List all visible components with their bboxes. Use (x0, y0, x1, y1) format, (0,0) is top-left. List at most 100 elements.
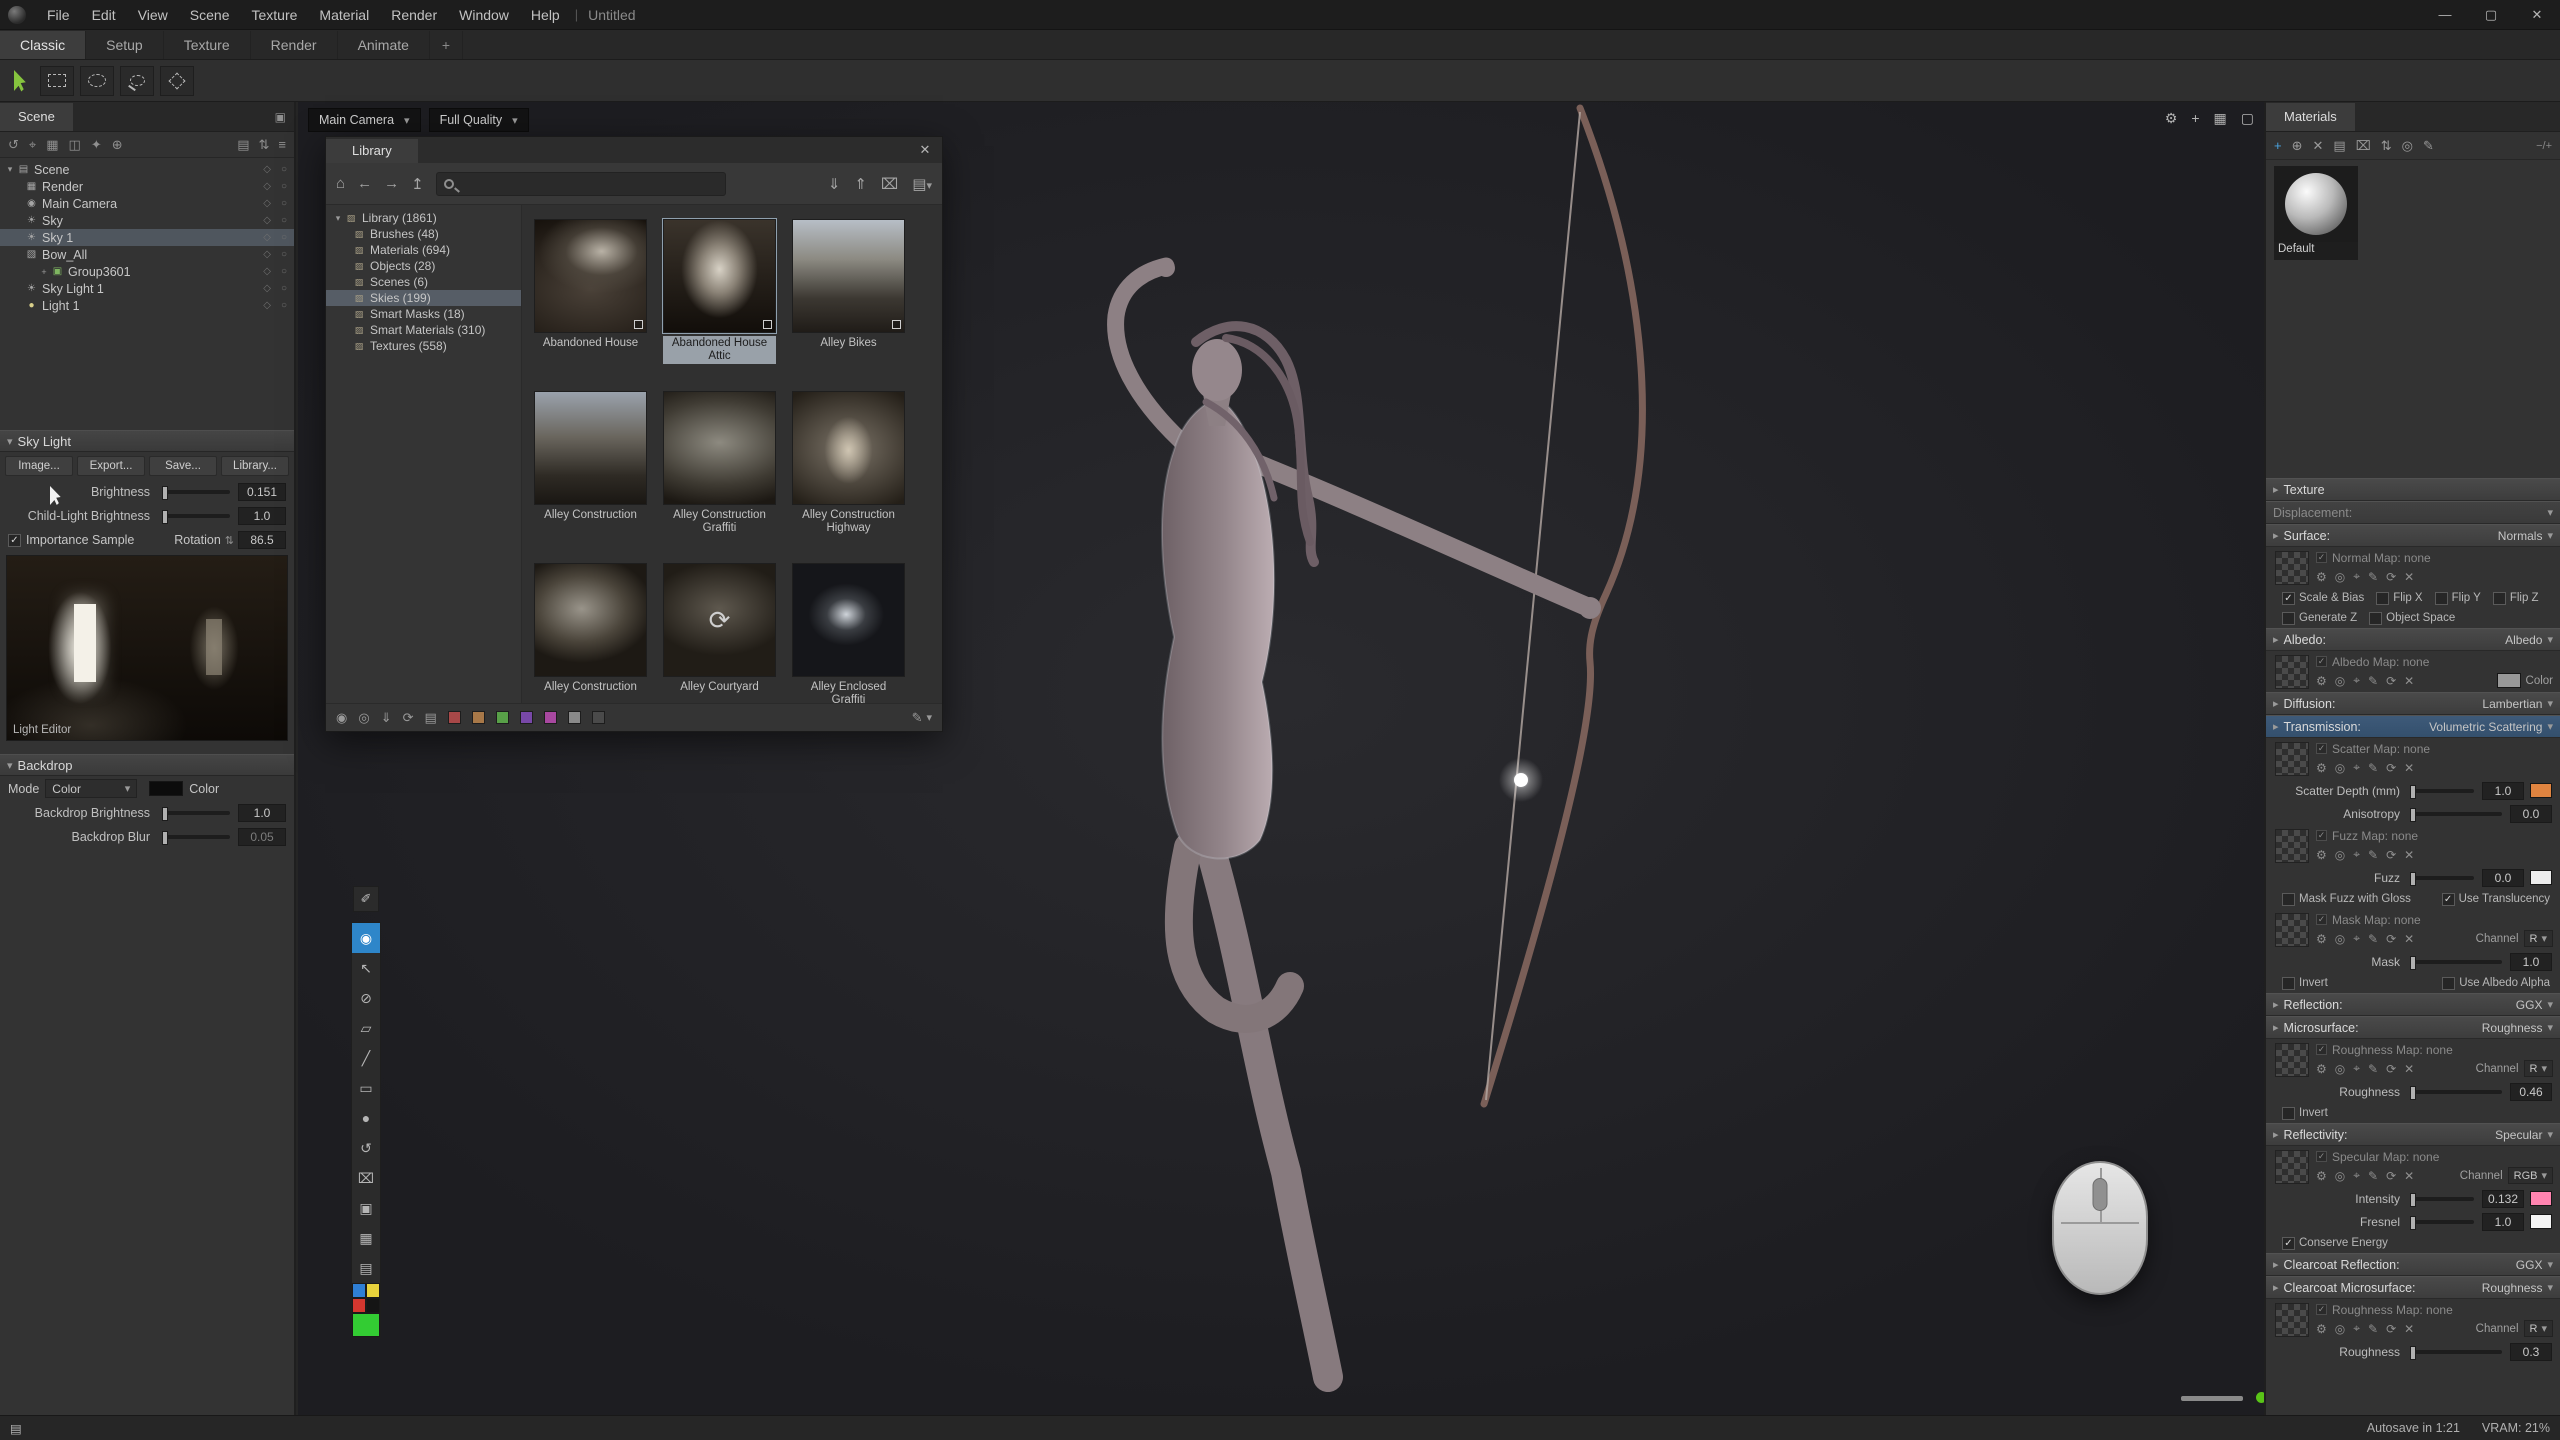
scatter-depth-value[interactable]: 1.0 (2482, 782, 2524, 800)
visibility-toggle[interactable]: ○ (281, 181, 287, 192)
view-options-icon[interactable]: ▤▾ (912, 175, 932, 193)
marquee-rect-tool[interactable] (40, 66, 74, 96)
paint-icon[interactable]: ✎ (2368, 1062, 2378, 1076)
brightness-slider[interactable] (166, 490, 230, 494)
refresh-icon[interactable]: ⟳ (2386, 848, 2396, 862)
mask-value[interactable]: 1.0 (2510, 953, 2552, 971)
child-brightness-slider[interactable] (166, 514, 230, 518)
undo-tool[interactable]: ↺ (352, 1133, 380, 1163)
paint-icon[interactable]: ✎ (2368, 570, 2378, 584)
sky-thumbnail[interactable] (534, 563, 647, 677)
menu-material[interactable]: Material (308, 0, 380, 30)
folder-textures[interactable]: ▨Textures (558) (326, 338, 521, 354)
import-export-icon[interactable]: ⇅ (2381, 138, 2392, 154)
menu-file[interactable]: File (36, 0, 81, 30)
normal-map-slot[interactable]: ✓Normal Map: none ⚙◎⌖✎⟳✕ (2266, 547, 2560, 588)
flip-x-option[interactable]: Flip X (2376, 592, 2422, 605)
menu-help[interactable]: Help (520, 0, 571, 30)
library-button[interactable]: Library... (221, 456, 289, 476)
gear-icon[interactable]: ⚙ (2316, 848, 2327, 862)
sky-thumbnail[interactable] (663, 219, 776, 333)
paint-icon[interactable]: ✎ (2368, 1169, 2378, 1183)
tree-item-scene[interactable]: ▾▤Scene◇○ (0, 161, 294, 178)
paint-icon[interactable]: ✎ (2368, 761, 2378, 775)
invert-option[interactable]: Invert (2282, 1107, 2328, 1120)
refresh-icon[interactable]: ⟳ (2386, 1062, 2396, 1076)
tree-item-bow-all[interactable]: ▧Bow_All◇○ (0, 246, 294, 263)
mask-slider[interactable] (2414, 960, 2502, 964)
pin-icon[interactable]: ⌖ (29, 137, 36, 153)
lock-toggle[interactable]: ◇ (263, 300, 271, 311)
generate-z-option[interactable]: Generate Z (2282, 612, 2357, 625)
microsurface-model-dropdown[interactable]: Roughness▾ (2482, 1021, 2553, 1035)
export-button[interactable]: Export... (77, 456, 145, 476)
forward-icon[interactable]: → (384, 175, 399, 192)
menu-edit[interactable]: Edit (81, 0, 127, 30)
rotation-value[interactable]: 86.5 (238, 531, 286, 549)
new-sphere-icon[interactable]: ⊕ (2292, 138, 2303, 154)
add-material-icon[interactable]: + (2274, 138, 2282, 153)
flip-z-option[interactable]: Flip Z (2493, 592, 2539, 605)
sky-thumbnail[interactable] (534, 219, 647, 333)
section-transmission[interactable]: ▸Transmission:Volumetric Scattering▾ (2266, 715, 2560, 738)
download-icon[interactable]: ⇓ (381, 710, 392, 726)
scale-bias-option[interactable]: ✓Scale & Bias (2282, 592, 2364, 605)
roughness-map-slot[interactable]: ✓Roughness Map: none ⚙◎⌖✎⟳✕ ChannelR▾ (2266, 1039, 2560, 1080)
clearcoat-channel-dropdown[interactable]: R▾ (2524, 1320, 2553, 1337)
back-icon[interactable]: ← (357, 175, 372, 192)
magnifier-icon[interactable]: ◎ (2335, 570, 2345, 584)
sphere-preview-icon[interactable]: ◉ (336, 710, 347, 726)
menu-texture[interactable]: Texture (240, 0, 308, 30)
list-options-icon[interactable]: ≡ (278, 137, 286, 153)
item-checkbox[interactable] (634, 320, 643, 329)
intensity-color-swatch[interactable] (2530, 1191, 2552, 1206)
menu-window[interactable]: Window (448, 0, 520, 30)
eyedropper-tool[interactable]: ✐ (353, 886, 379, 912)
anisotropy-slider[interactable] (2414, 812, 2502, 816)
clearcoat-roughness-map-slot[interactable]: ✓Roughness Map: none ⚙◎⌖✎⟳✕ ChannelR▾ (2266, 1299, 2560, 1340)
palette-quaternary-swatch[interactable] (366, 1298, 380, 1313)
material-name[interactable]: Default (2274, 242, 2358, 260)
library-item[interactable]: ⟳Alley Courtyard (663, 563, 776, 701)
lock-toggle[interactable]: ◇ (263, 232, 271, 243)
menu-render[interactable]: Render (380, 0, 448, 30)
magnifier-icon[interactable]: ◎ (2335, 674, 2345, 688)
move-icon[interactable]: ⌖ (2353, 931, 2360, 946)
refresh-icon[interactable]: ⟳ (2386, 1169, 2396, 1183)
maximize-button[interactable]: ▢ (2468, 0, 2514, 30)
color-filter-red[interactable] (448, 711, 461, 724)
material-thumbnail[interactable] (2274, 166, 2358, 242)
clearcoat-microsurface-dropdown[interactable]: Roughness▾ (2482, 1281, 2553, 1295)
color-filter-magenta[interactable] (544, 711, 557, 724)
folder-skies[interactable]: ▨Skies (199) (326, 290, 521, 306)
eraser-tool[interactable]: ▱ (352, 1013, 380, 1043)
tree-item-light-1[interactable]: ●Light 1◇○ (0, 297, 294, 314)
section-displacement[interactable]: Displacement:▾ (2266, 501, 2560, 524)
map-thumbnail[interactable] (2275, 829, 2309, 863)
item-checkbox[interactable] (763, 320, 772, 329)
select-tool[interactable] (8, 66, 34, 96)
up-folder-icon[interactable]: ↥ (411, 175, 424, 193)
library-item[interactable]: Alley Construction (534, 391, 647, 529)
map-enabled-checkbox[interactable]: ✓ (2316, 1304, 2327, 1315)
maximize-viewport-icon[interactable]: ▢ (2241, 110, 2254, 127)
home-icon[interactable]: ⌂ (336, 175, 345, 192)
fuzz-map-slot[interactable]: ✓Fuzz Map: none ⚙◎⌖✎⟳✕ (2266, 825, 2560, 866)
paint-icon[interactable]: ✎ (2368, 848, 2378, 862)
library-item[interactable]: Alley Bikes (792, 219, 905, 357)
section-clearcoat-reflection[interactable]: ▸Clearcoat Reflection:GGX▾ (2266, 1253, 2560, 1276)
tab-classic[interactable]: Classic (0, 31, 86, 59)
move-icon[interactable]: ⌖ (2353, 1321, 2360, 1336)
mask-fuzz-option[interactable]: Mask Fuzz with Gloss (2282, 893, 2411, 906)
lock-toggle[interactable]: ◇ (263, 198, 271, 209)
sky-thumbnail[interactable] (792, 391, 905, 505)
refresh-icon[interactable]: ⟳ (2386, 1322, 2396, 1336)
map-thumbnail[interactable] (2275, 913, 2309, 947)
lock-toggle[interactable]: ◇ (263, 283, 271, 294)
map-thumbnail[interactable] (2275, 551, 2309, 585)
trash-icon[interactable]: ⌧ (881, 175, 898, 193)
add-group-icon[interactable]: ⊕ (112, 137, 123, 153)
scatter-color-swatch[interactable] (2530, 783, 2552, 798)
folder-objects[interactable]: ▨Objects (28) (326, 258, 521, 274)
refresh-icon[interactable]: ⟳ (2386, 674, 2396, 688)
